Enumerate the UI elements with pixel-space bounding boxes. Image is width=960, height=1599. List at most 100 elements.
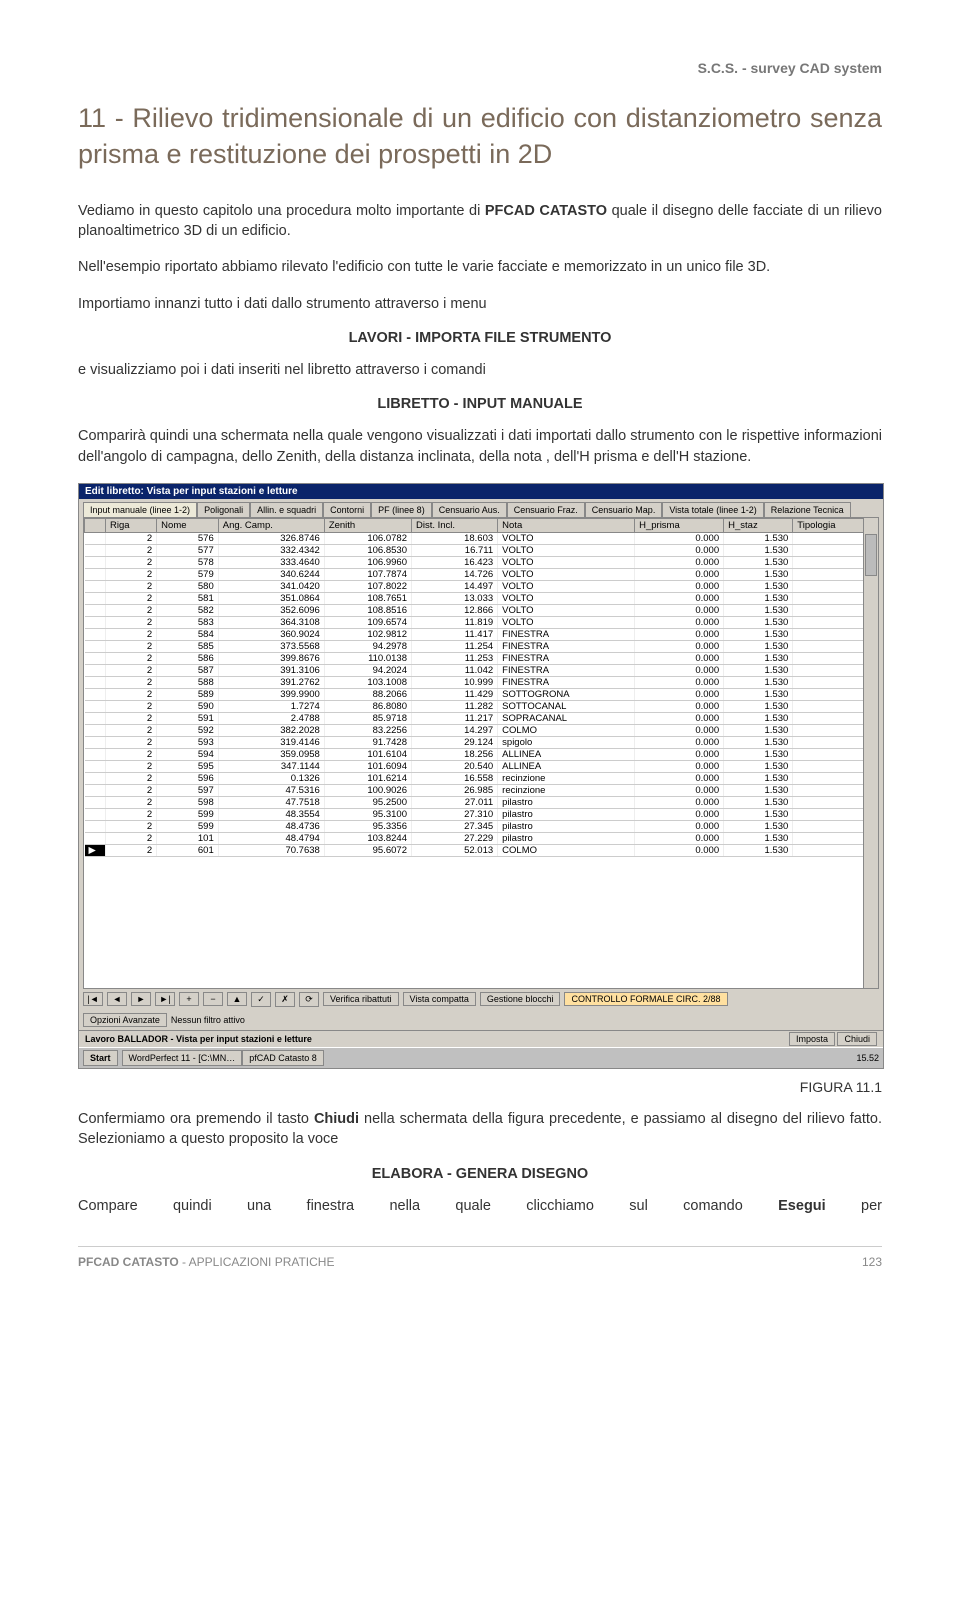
table-row[interactable]: 2582352.6096108.851612.866VOLTO0.0001.53… (85, 604, 878, 616)
cell: 108.7651 (324, 592, 411, 604)
cell: 590 (157, 700, 219, 712)
column-header[interactable]: Riga (106, 518, 157, 532)
cell: FINESTRA (498, 640, 635, 652)
tab-6[interactable]: Censuario Fraz. (507, 502, 585, 517)
table-row[interactable]: ▶260170.763895.607252.013COLMO0.0001.530 (85, 844, 878, 856)
tab-3[interactable]: Contorni (323, 502, 371, 517)
tab-7[interactable]: Censuario Map. (585, 502, 663, 517)
table-row[interactable]: 2584360.9024102.981211.417FINESTRA0.0001… (85, 628, 878, 640)
cell: 1.530 (724, 808, 793, 820)
cell: 0.000 (635, 760, 724, 772)
column-header[interactable]: Nome (157, 518, 219, 532)
p7-a: Compare quindi una finestra nella quale … (78, 1198, 778, 1214)
table-row[interactable]: 2595347.1144101.609420.540ALLINEA0.0001.… (85, 760, 878, 772)
start-button[interactable]: Start (83, 1050, 118, 1066)
cell: 94.2978 (324, 640, 411, 652)
table-row[interactable]: 25960.1326101.621416.558recinzione0.0001… (85, 772, 878, 784)
table-row[interactable]: 2589399.990088.206611.429SOTTOGRONA0.000… (85, 688, 878, 700)
cell: 373.5568 (218, 640, 324, 652)
nav-button[interactable]: + (179, 992, 199, 1006)
cell: 2 (106, 532, 157, 544)
column-header[interactable]: H_prisma (635, 518, 724, 532)
paragraph-1: Vediamo in questo capitolo una procedura… (78, 201, 882, 242)
nav-label-button[interactable]: Vista compatta (403, 992, 476, 1006)
tab-9[interactable]: Relazione Tecnica (764, 502, 851, 517)
taskbar-app[interactable]: WordPerfect 11 - [C:\MN… (122, 1050, 243, 1066)
opzioni-avanzate-button[interactable]: Opzioni Avanzate (83, 1013, 167, 1027)
table-row[interactable]: 259948.473695.335627.345pilastro0.0001.5… (85, 820, 878, 832)
cell: 1.530 (724, 820, 793, 832)
cell: 85.9718 (324, 712, 411, 724)
column-header[interactable]: Ang. Camp. (218, 518, 324, 532)
cell: 1.530 (724, 772, 793, 784)
cell: 0.000 (635, 616, 724, 628)
tab-8[interactable]: Vista totale (linee 1-2) (662, 502, 763, 517)
cell: 52.013 (411, 844, 497, 856)
table-row[interactable]: 2593319.414691.742829.124spigolo0.0001.5… (85, 736, 878, 748)
p1-a: Vediamo in questo capitolo una procedura… (78, 203, 485, 219)
cell: 110.0138 (324, 652, 411, 664)
nav-button[interactable]: ⟳ (299, 992, 319, 1007)
nav-button[interactable]: |◄ (83, 992, 103, 1006)
table-row[interactable]: 2594359.0958101.610418.256ALLINEA0.0001.… (85, 748, 878, 760)
table-row[interactable]: 210148.4794103.824427.229pilastro0.0001.… (85, 832, 878, 844)
cell: 1.530 (724, 688, 793, 700)
table-row[interactable]: 2579340.6244107.787414.726VOLTO0.0001.53… (85, 568, 878, 580)
column-header[interactable]: H_staz (724, 518, 793, 532)
vertical-scrollbar[interactable] (863, 518, 878, 988)
taskbar-app[interactable]: pfCAD Catasto 8 (242, 1050, 324, 1066)
table-row[interactable]: 25912.478885.971811.217SOPRACANAL0.0001.… (85, 712, 878, 724)
nav-button[interactable]: ✓ (251, 992, 271, 1007)
column-header[interactable]: Nota (498, 518, 635, 532)
table-row[interactable]: 2578333.4640106.996016.423VOLTO0.0001.53… (85, 556, 878, 568)
table-row[interactable]: 2586399.8676110.013811.253FINESTRA0.0001… (85, 652, 878, 664)
tab-0[interactable]: Input manuale (linee 1-2) (83, 502, 197, 517)
table-row[interactable]: 259847.751895.250027.011pilastro0.0001.5… (85, 796, 878, 808)
table-row[interactable]: 2587391.310694.202411.042FINESTRA0.0001.… (85, 664, 878, 676)
nav-button[interactable]: − (203, 992, 223, 1006)
cell: 106.8530 (324, 544, 411, 556)
table-row[interactable]: 2585373.556894.297811.254FINESTRA0.0001.… (85, 640, 878, 652)
cell: 2 (106, 616, 157, 628)
cell: 591 (157, 712, 219, 724)
nav-button[interactable]: ►| (155, 992, 175, 1006)
window-title: Edit libretto: Vista per input stazioni … (79, 484, 883, 499)
cell: 11.819 (411, 616, 497, 628)
nav-label-button[interactable]: CONTROLLO FORMALE CIRC. 2/88 (564, 992, 727, 1006)
cell: 391.3106 (218, 664, 324, 676)
scroll-thumb[interactable] (865, 534, 877, 576)
nav-label-button[interactable]: Verifica ribattuti (323, 992, 399, 1006)
table-row[interactable]: 2577332.4342106.853016.711VOLTO0.0001.53… (85, 544, 878, 556)
nav-label-button[interactable]: Gestione blocchi (480, 992, 561, 1006)
table-row[interactable]: 259948.355495.310027.310pilastro0.0001.5… (85, 808, 878, 820)
nav-button[interactable]: ► (131, 992, 151, 1006)
cell: 13.033 (411, 592, 497, 604)
chiudi-button[interactable]: Chiudi (837, 1032, 877, 1046)
table-row[interactable]: 2576326.8746106.078218.603VOLTO0.0001.53… (85, 532, 878, 544)
page-footer: PFCAD CATASTO - APPLICAZIONI PRATICHE 12… (78, 1246, 882, 1269)
table-row[interactable]: 2581351.0864108.765113.033VOLTO0.0001.53… (85, 592, 878, 604)
cell: 601 (157, 844, 219, 856)
tab-1[interactable]: Poligonali (197, 502, 250, 517)
table-row[interactable]: 2583364.3108109.657411.819VOLTO0.0001.53… (85, 616, 878, 628)
nav-button[interactable]: ▲ (227, 992, 247, 1006)
cell: 2 (106, 724, 157, 736)
tab-2[interactable]: Allin. e squadri (250, 502, 323, 517)
column-header[interactable]: Zenith (324, 518, 411, 532)
imposta-button[interactable]: Imposta (789, 1032, 835, 1046)
cell: 26.985 (411, 784, 497, 796)
column-header[interactable]: Dist. Incl. (411, 518, 497, 532)
table-row[interactable]: 25901.727486.808011.282SOTTOCANAL0.0001.… (85, 700, 878, 712)
tab-5[interactable]: Censuario Aus. (432, 502, 507, 517)
cell: 48.3554 (218, 808, 324, 820)
cell: 103.8244 (324, 832, 411, 844)
cell: 2 (106, 568, 157, 580)
table-row[interactable]: 2592382.202883.225614.297COLMO0.0001.530 (85, 724, 878, 736)
table-row[interactable]: 2580341.0420107.802214.497VOLTO0.0001.53… (85, 580, 878, 592)
table-row[interactable]: 259747.5316100.902626.985recinzione0.000… (85, 784, 878, 796)
nav-button[interactable]: ◄ (107, 992, 127, 1006)
table-row[interactable]: 2588391.2762103.100810.999FINESTRA0.0001… (85, 676, 878, 688)
tab-4[interactable]: PF (linee 8) (371, 502, 432, 517)
nav-button[interactable]: ✗ (275, 992, 295, 1007)
cell: 27.310 (411, 808, 497, 820)
